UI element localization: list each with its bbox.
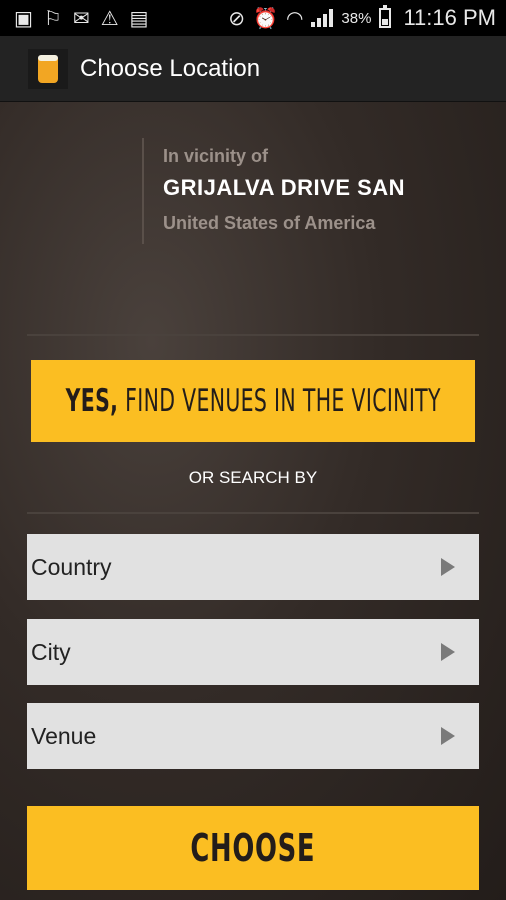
vicinity-country: United States of America bbox=[163, 213, 376, 233]
find-venues-nearby-button[interactable]: YES, FIND VENUES IN THE VICINITY bbox=[31, 360, 475, 442]
main-content: In vicinity of GRIJALVA DRIVE SAN United… bbox=[0, 102, 506, 900]
vibrate-mute-icon: ⊘ bbox=[228, 6, 246, 30]
venue-select-label: Venue bbox=[31, 722, 97, 749]
choose-button-label: CHOOSE bbox=[190, 826, 316, 870]
alarm-icon: ⏰ bbox=[253, 6, 278, 30]
beer-glass-icon[interactable] bbox=[28, 48, 68, 89]
divider-top bbox=[27, 334, 479, 336]
warning-icon: ⚠ bbox=[100, 6, 119, 30]
triangle-right-icon bbox=[441, 558, 455, 576]
clock: 11:16 PM bbox=[403, 5, 496, 30]
vicinity-street: GRIJALVA DRIVE SAN bbox=[163, 175, 406, 200]
battery-percent: 38% bbox=[341, 9, 372, 27]
beer-glass-foam bbox=[38, 54, 58, 61]
country-select-label: Country bbox=[31, 553, 112, 580]
choose-button[interactable]: CHOOSE bbox=[27, 806, 479, 890]
notification-icons: ▣ ⚐ ✉ ⚠ ▤ bbox=[0, 8, 148, 28]
yes-label: YES, bbox=[65, 383, 119, 419]
or-search-by-label: OR SEARCH BY bbox=[188, 468, 318, 487]
divider-middle bbox=[27, 512, 479, 514]
gmail-icon: ✉ bbox=[72, 6, 90, 30]
city-select[interactable]: City bbox=[27, 619, 479, 685]
battery-icon bbox=[379, 5, 392, 28]
city-select-label: City bbox=[31, 638, 71, 665]
vicinity-info: In vicinity of GRIJALVA DRIVE SAN United… bbox=[142, 138, 405, 244]
status-bar: ▣ ⚐ ✉ ⚠ ▤ ⊘ ⏰ ◠ 38% 11:16 PM bbox=[0, 0, 506, 36]
country-select[interactable]: Country bbox=[27, 534, 479, 600]
triangle-right-icon bbox=[441, 727, 455, 745]
gallery-icon: ▣ bbox=[14, 6, 33, 30]
find-venues-text: FIND VENUES IN THE VICINITY bbox=[118, 383, 441, 419]
tmobile-icon: ▤ bbox=[129, 6, 149, 30]
battery-fill bbox=[382, 18, 389, 25]
action-bar: Choose Location bbox=[0, 36, 506, 102]
venue-select[interactable]: Venue bbox=[27, 703, 479, 769]
system-status: ⊘ ⏰ ◠ 38% 11:16 PM bbox=[228, 5, 506, 31]
triangle-right-icon bbox=[441, 643, 455, 661]
find-venues-label: YES, FIND VENUES IN THE VICINITY bbox=[65, 383, 440, 419]
vicinity-label: In vicinity of bbox=[163, 146, 269, 166]
wifi-icon: ◠ bbox=[285, 6, 304, 30]
page-title: Choose Location bbox=[80, 54, 261, 82]
running-icon: ⚐ bbox=[43, 6, 62, 30]
signal-icon bbox=[311, 9, 334, 27]
